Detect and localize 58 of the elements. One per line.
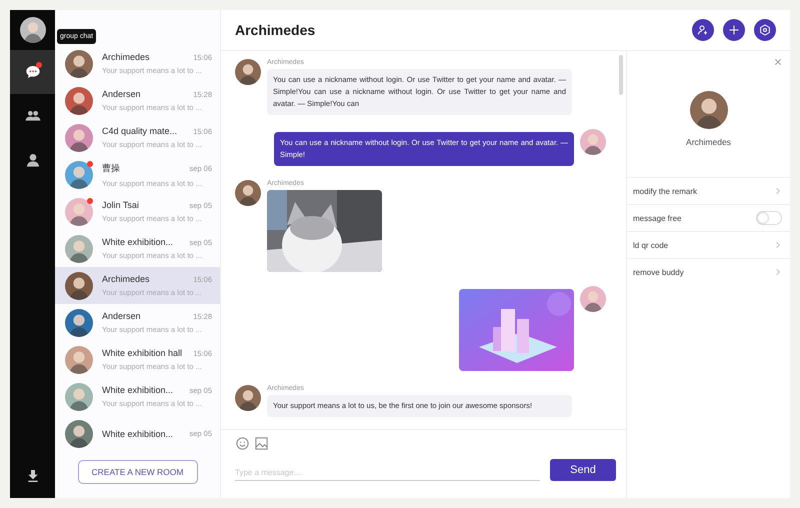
chevron-icon	[774, 241, 782, 249]
avatar	[235, 59, 261, 85]
contact-name: Archimedes	[102, 52, 150, 62]
add-user-button[interactable]	[692, 19, 714, 41]
smiley-icon	[235, 436, 250, 451]
add-user-icon	[697, 24, 709, 36]
settings-icon	[759, 24, 771, 36]
option-label: message free	[633, 214, 682, 222]
avatar	[65, 272, 93, 300]
chevron-icon	[774, 268, 782, 276]
contact-name: C4d quality mate...	[102, 126, 178, 136]
option-row[interactable]: ld qr code	[627, 231, 790, 258]
contact-name: Archimedes	[102, 274, 150, 284]
create-room-button[interactable]: CREATE A NEW ROOM	[78, 460, 198, 484]
toggle-switch[interactable]	[756, 211, 782, 225]
send-button[interactable]: Send	[550, 459, 616, 481]
option-label: modify the remark	[633, 186, 698, 196]
contact-name: Jolin Tsai	[102, 200, 139, 210]
option-label: ld qr code	[633, 240, 668, 250]
chat-bubble-icon	[24, 64, 40, 80]
avatar	[580, 129, 606, 155]
image-icon	[254, 436, 269, 451]
scrollbar[interactable]	[619, 55, 623, 95]
contact-name: Andersen	[102, 89, 141, 99]
close-icon	[774, 58, 782, 66]
avatar	[65, 198, 93, 226]
plus-icon	[728, 24, 740, 36]
avatar	[690, 91, 728, 129]
avatar	[65, 234, 93, 262]
settings-button[interactable]	[754, 19, 776, 41]
profile-name: Archimedes	[686, 137, 731, 147]
avatar	[235, 180, 261, 206]
chevron-icon	[774, 187, 782, 195]
avatar	[65, 382, 93, 410]
option-row[interactable]: remove buddy	[627, 258, 790, 285]
avatar	[65, 420, 93, 448]
option-label: remove buddy	[633, 268, 684, 276]
avatar	[580, 286, 606, 312]
contact-name: White exhibition...	[102, 237, 174, 247]
person-icon	[24, 152, 40, 168]
chat-title: Archimedes	[235, 22, 316, 38]
avatar	[65, 346, 93, 374]
option-row[interactable]: message free	[627, 204, 790, 231]
contact-name: Andersen	[102, 311, 141, 321]
add-button[interactable]	[723, 19, 745, 41]
avatar	[65, 308, 93, 336]
contact-name: White exhibition...	[102, 385, 174, 395]
avatar	[20, 17, 46, 43]
avatar	[235, 385, 261, 411]
avatar	[65, 124, 93, 152]
nav-item[interactable]	[10, 50, 55, 94]
contact-name: 曹操	[102, 162, 120, 174]
contact-name: White exhibition...	[102, 428, 174, 438]
contact-name: White exhibition hall	[102, 348, 182, 358]
avatar	[65, 86, 93, 114]
avatar	[65, 50, 93, 78]
option-row[interactable]: modify the remark	[627, 177, 790, 204]
avatar	[65, 160, 93, 188]
